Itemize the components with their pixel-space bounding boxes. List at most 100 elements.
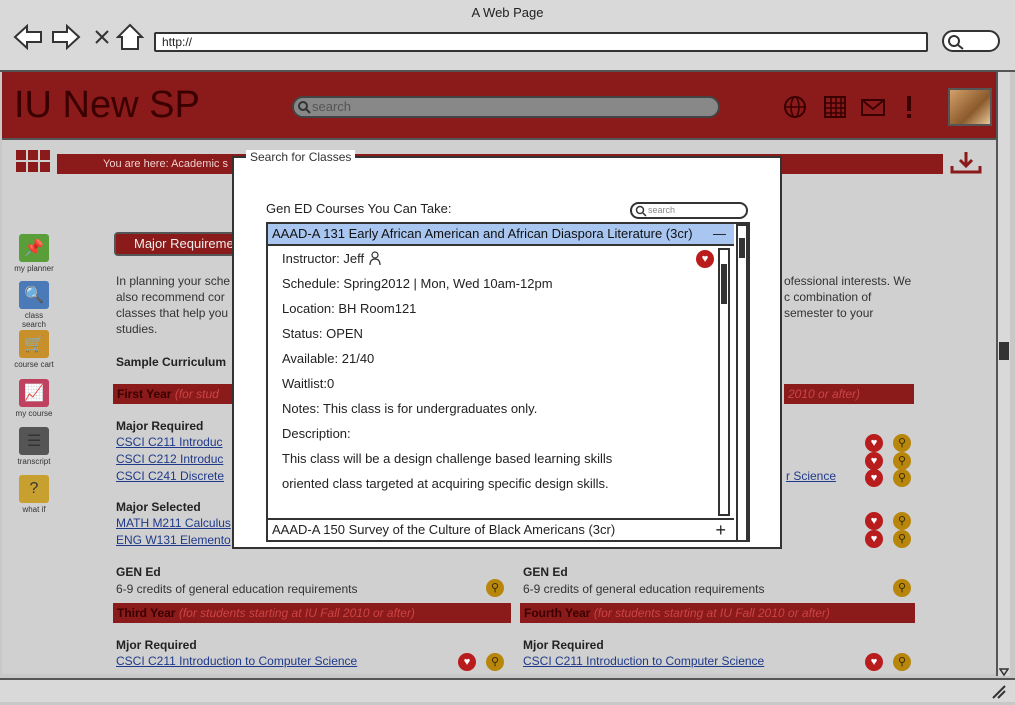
course-link[interactable]: MATH M211 Calculus [116,516,231,530]
search-icon[interactable]: ⚲ [893,512,911,530]
first-year-bar: First Year (for stud [113,384,233,404]
avatar[interactable] [948,88,992,126]
course-link[interactable]: CSCI C241 Discrete [116,469,224,483]
favorite-icon[interactable]: ♥ [865,469,883,487]
sidebar-label: course cart [14,360,54,369]
course-link[interactable]: CSCI C211 Introduction to Computer Scien… [116,654,357,668]
dialog-title: Search for Classes [246,150,356,164]
gen-ed-heading: GEN Ed [116,565,161,579]
course-link[interactable]: ENG W131 Elemento [116,533,231,547]
course-available: Available: 21/40 [282,351,375,366]
course-waitlist: Waitlist:0 [282,376,335,391]
course-description-label: Description: [282,426,351,441]
favorite-icon[interactable]: ♥ [865,512,883,530]
course-description: This class will be a design challenge ba… [282,451,613,466]
expand-icon[interactable]: + [715,520,726,540]
favorite-icon[interactable]: ♥ [865,653,883,671]
outer-scroll-thumb[interactable] [739,238,745,258]
course-link[interactable]: CSCI C211 Introduc [116,435,223,449]
page-scroll-thumb[interactable] [999,342,1009,360]
mjor-required-heading: Mjor Required [523,638,604,652]
question-icon: ? [19,475,49,503]
sidebar-item-class-search[interactable]: 🔍 class search [14,281,54,329]
course-notes: Notes: This class is for undergraduates … [282,401,538,416]
major-selected-heading: Major Selected [116,500,201,514]
back-icon[interactable] [12,22,44,52]
sidebar-item-my-course[interactable]: 📈 my course [14,379,54,418]
favorite-icon[interactable]: ♥ [865,530,883,548]
sidebar-label: my course [15,409,53,418]
chart-icon: 📈 [19,379,49,407]
intro-text-right: ofessional interests. We c combination of… [784,274,912,320]
course-header-collapsed[interactable]: AAAD-A 150 Survey of the Culture of Blac… [268,518,734,540]
person-icon [368,251,382,268]
browser-search-input[interactable] [942,30,1000,52]
course-accordion: AAAD-A 131 Early African American and Af… [266,222,750,542]
scroll-down-icon[interactable] [998,664,1010,677]
search-icon[interactable]: ⚲ [893,434,911,452]
alert-icon[interactable] [902,94,928,120]
favorite-icon[interactable]: ♥ [865,434,883,452]
search-icon[interactable]: ⚲ [486,579,504,597]
sidebar-label: what if [22,505,46,514]
major-required-heading: Major Required [116,419,204,433]
cart-icon: 🛒 [19,330,49,358]
sidebar-item-course-cart[interactable]: 🛒 course cart [14,330,54,369]
search-icon[interactable]: ⚲ [893,579,911,597]
outer-scrollbar[interactable] [736,224,748,542]
course-link[interactable]: r Science [786,469,836,483]
home-icon[interactable] [114,22,146,52]
course-title: AAAD-A 150 Survey of the Culture of Blac… [272,522,616,537]
search-icon[interactable]: ⚲ [893,530,911,548]
mail-icon[interactable] [860,94,886,120]
course-link[interactable]: CSCI C211 Introduction to Computer Scien… [523,654,764,668]
url-bar[interactable]: http:// [154,32,928,52]
forward-icon[interactable] [50,22,82,52]
search-icon[interactable]: ⚲ [893,452,911,470]
search-classes-dialog: Search for Classes Gen ED Courses You Ca… [232,150,782,549]
inner-scroll-thumb[interactable] [721,264,727,304]
site-title[interactable]: IU New SP [14,84,200,127]
sidebar-item-my-planner[interactable]: 📌 my planner [14,234,54,273]
course-schedule: Schedule: Spring2012 | Mon, Wed 10am-12p… [282,276,553,291]
mjor-required-heading: Mjor Required [116,638,197,652]
sample-curriculum-heading: Sample Curriculum [116,355,227,369]
browser-chrome: A Web Page http:// [0,0,1015,72]
list-icon: ☰ [19,427,49,455]
course-search-placeholder: search [648,205,676,215]
sidebar-item-transcript[interactable]: ☰ transcript [14,427,54,466]
sidebar-label: transcript [17,457,51,466]
search-icon[interactable]: ⚲ [893,653,911,671]
collapse-icon[interactable]: — [713,224,726,244]
search-icon[interactable]: ⚲ [486,653,504,671]
sidebar-label: my planner [14,264,54,273]
search-icon[interactable]: ⚲ [893,469,911,487]
favorite-icon[interactable]: ♥ [696,250,714,268]
course-header-expanded[interactable]: AAAD-A 131 Early African American and Af… [268,224,734,246]
globe-icon[interactable] [782,94,808,120]
gen-ed-heading: GEN Ed [523,565,568,579]
calendar-icon[interactable] [822,94,848,120]
gen-ed-text: 6-9 credits of general education require… [116,582,358,596]
sidebar-item-what-if[interactable]: ? what if [14,475,54,514]
course-link[interactable]: CSCI C212 Introduc [116,452,223,466]
course-title: AAAD-A 131 Early African American and Af… [272,226,693,241]
gen-ed-text: 6-9 credits of general education require… [523,582,765,596]
course-search-input[interactable]: search [630,202,748,219]
course-instructor: Instructor: Jeff [282,251,382,268]
pin-icon: 📌 [19,234,49,262]
course-status: Status: OPEN [282,326,363,341]
intro-text-left: In planning your sche also recommend cor c… [116,274,231,336]
site-search-input[interactable]: search [292,96,720,118]
site-search-placeholder: search [312,99,352,114]
window-title: A Web Page [471,5,544,20]
grid-menu-icon[interactable] [16,150,50,179]
inner-scrollbar[interactable] [718,248,730,516]
third-year-bar: Third Year (for students starting at IU … [113,603,511,623]
gen-ed-courses-label: Gen ED Courses You Can Take: [266,201,452,216]
second-year-bar: 2010 or after) [784,384,914,404]
page-scrollbar[interactable] [996,72,1010,677]
download-icon[interactable] [950,150,982,181]
favorite-icon[interactable]: ♥ [865,452,883,470]
favorite-icon[interactable]: ♥ [458,653,476,671]
